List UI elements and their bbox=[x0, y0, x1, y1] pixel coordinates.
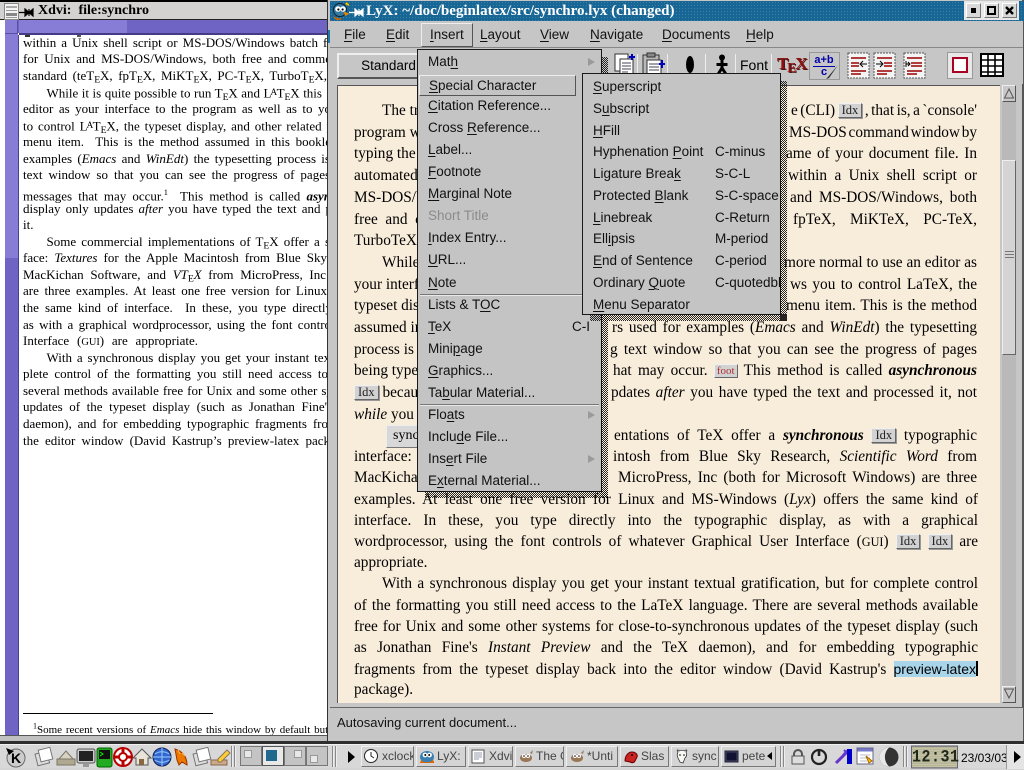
svg-text:K: K bbox=[11, 750, 21, 766]
